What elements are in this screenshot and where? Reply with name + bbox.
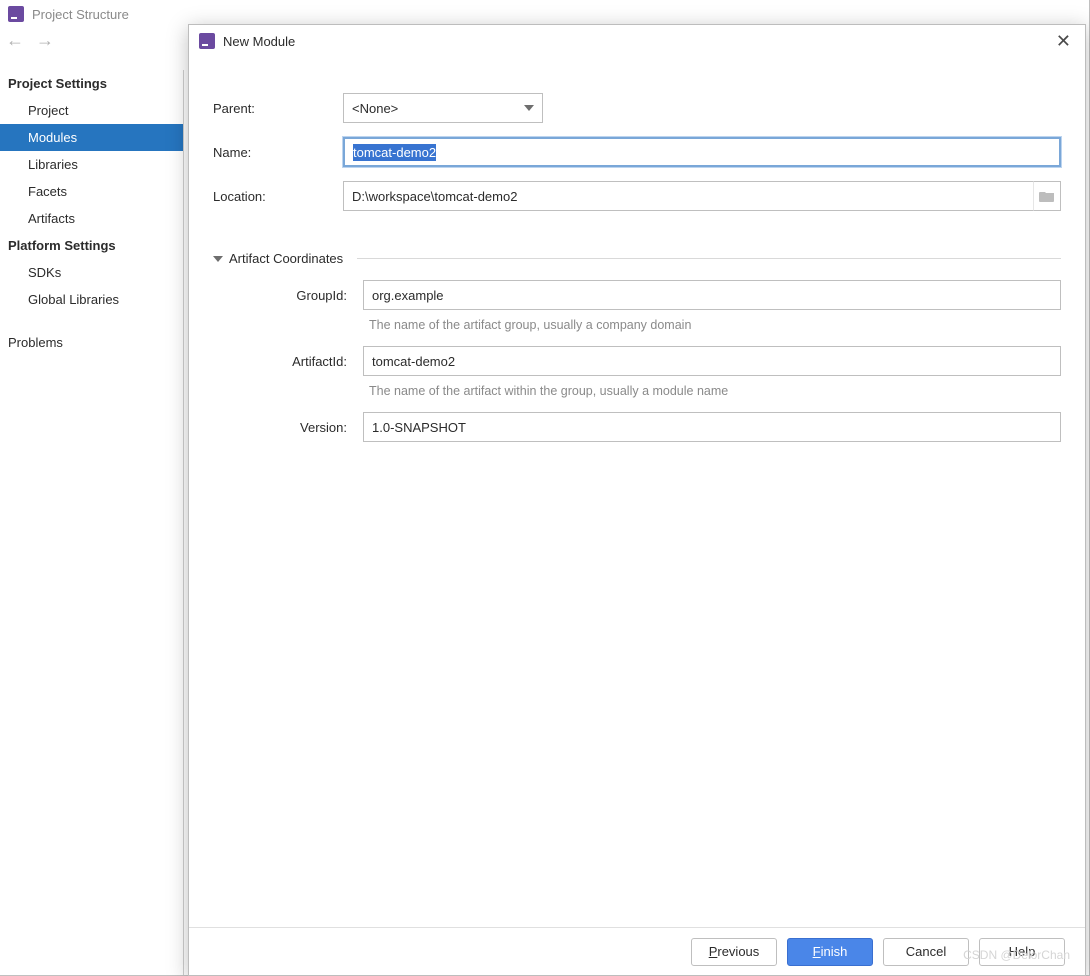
groupid-label: GroupId: xyxy=(245,288,353,303)
finish-button[interactable]: Finish xyxy=(787,938,873,966)
name-value: tomcat-demo2 xyxy=(353,144,436,161)
project-structure-title: Project Structure xyxy=(32,7,129,22)
section-project-settings: Project Settings xyxy=(0,70,183,97)
location-input[interactable] xyxy=(343,181,1033,211)
sidebar-item-artifacts[interactable]: Artifacts xyxy=(0,205,183,232)
artifactid-row: ArtifactId: xyxy=(213,346,1061,376)
parent-value: <None> xyxy=(352,101,398,116)
folder-icon xyxy=(1039,190,1055,202)
parent-label: Parent: xyxy=(213,101,333,116)
intellij-logo-icon xyxy=(199,33,215,49)
cancel-button[interactable]: Cancel xyxy=(883,938,969,966)
groupid-hint: The name of the artifact group, usually … xyxy=(213,318,1061,332)
section-platform-settings: Platform Settings xyxy=(0,232,183,259)
sidebar-item-facets[interactable]: Facets xyxy=(0,178,183,205)
close-icon[interactable]: ✕ xyxy=(1052,31,1075,52)
version-row: Version: xyxy=(213,412,1061,442)
groupid-input[interactable] xyxy=(363,280,1061,310)
nav-forward-icon[interactable]: → xyxy=(36,30,54,51)
sidebar-item-libraries[interactable]: Libraries xyxy=(0,151,183,178)
sidebar-item-modules[interactable]: Modules xyxy=(0,124,183,151)
sidebar-item-sdks[interactable]: SDKs xyxy=(0,259,183,286)
location-row: Location: xyxy=(213,181,1061,211)
new-module-dialog: New Module ✕ Parent: <None> Name: tomcat… xyxy=(188,24,1086,976)
artifact-coordinates-toggle[interactable]: Artifact Coordinates xyxy=(213,251,1061,266)
name-input[interactable]: tomcat-demo2 xyxy=(343,137,1061,167)
artifact-coordinates-label: Artifact Coordinates xyxy=(229,251,343,266)
location-label: Location: xyxy=(213,189,333,204)
help-button[interactable]: Help xyxy=(979,938,1065,966)
name-label: Name: xyxy=(213,145,333,160)
artifactid-label: ArtifactId: xyxy=(245,354,353,369)
sidebar-item-global-libraries[interactable]: Global Libraries xyxy=(0,286,183,313)
artifactid-hint: The name of the artifact within the grou… xyxy=(213,384,1061,398)
dialog-content: Parent: <None> Name: tomcat-demo2 Locati… xyxy=(189,57,1085,927)
browse-location-button[interactable] xyxy=(1033,181,1061,211)
sidebar-item-project[interactable]: Project xyxy=(0,97,183,124)
version-label: Version: xyxy=(245,420,353,435)
dialog-footer: Previous Finish Cancel Help xyxy=(189,927,1085,975)
groupid-row: GroupId: xyxy=(213,280,1061,310)
dialog-title: New Module xyxy=(223,34,1044,49)
sidebar-item-problems[interactable]: Problems xyxy=(0,329,183,356)
artifactid-input[interactable] xyxy=(363,346,1061,376)
previous-button[interactable]: Previous xyxy=(691,938,777,966)
chevron-down-icon xyxy=(213,256,223,262)
version-input[interactable] xyxy=(363,412,1061,442)
intellij-logo-icon xyxy=(8,6,24,22)
project-structure-sidebar: Project Settings Project Modules Librari… xyxy=(0,70,184,975)
chevron-down-icon xyxy=(524,105,534,111)
parent-row: Parent: <None> xyxy=(213,93,1061,123)
name-row: Name: tomcat-demo2 xyxy=(213,137,1061,167)
dialog-titlebar: New Module ✕ xyxy=(189,25,1085,57)
nav-back-icon[interactable]: ← xyxy=(6,30,24,51)
parent-combo[interactable]: <None> xyxy=(343,93,543,123)
